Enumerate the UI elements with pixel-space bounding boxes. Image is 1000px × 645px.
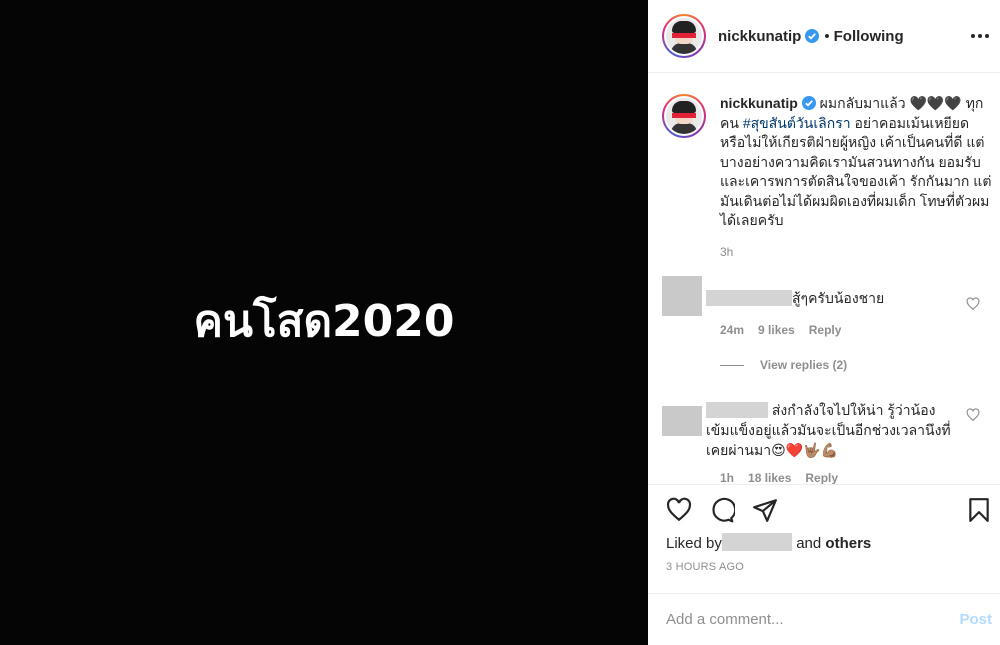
post-header: nickkunatip • Following <box>648 0 1000 73</box>
likes-summary: Liked by and others <box>666 533 871 552</box>
like-heart-icon[interactable] <box>666 497 692 523</box>
caption-username[interactable]: nickkunatip <box>720 95 798 111</box>
author-avatar[interactable] <box>662 14 706 58</box>
comment-text: สู้ๆครับน้องชาย <box>706 288 956 308</box>
likes-others-link[interactable]: others <box>825 535 871 552</box>
add-comment-bar: Add a comment... Post <box>648 593 1000 645</box>
redacted-username[interactable] <box>706 290 792 306</box>
post-comment-button[interactable]: Post <box>959 611 992 628</box>
more-options-icon[interactable] <box>968 24 992 48</box>
verified-badge-icon <box>801 96 816 110</box>
save-bookmark-icon[interactable] <box>966 497 992 523</box>
reply-button[interactable]: Reply <box>809 323 842 337</box>
verified-badge-icon <box>805 29 820 43</box>
post-actions: Liked by and others 3 HOURS AGO Add a co… <box>648 484 1000 645</box>
like-comment-icon[interactable] <box>966 297 980 311</box>
post-caption: nickkunatip ผมกลับมาแล้ว 🖤🖤🖤 ทุกคน #สุขส… <box>662 94 992 262</box>
comment-time[interactable]: 1h <box>720 471 734 484</box>
add-comment-input[interactable]: Add a comment... <box>666 611 784 628</box>
view-replies-button[interactable]: View replies (2) <box>720 358 847 372</box>
commenter-avatar[interactable] <box>662 276 702 316</box>
share-paper-plane-icon[interactable] <box>752 497 778 523</box>
caption-hashtag-link[interactable]: #สุขสันต์วันเลิกรา <box>743 115 851 131</box>
redacted-liker-name[interactable] <box>722 533 793 551</box>
author-username[interactable]: nickkunatip <box>718 28 801 45</box>
caption-avatar[interactable] <box>662 94 706 138</box>
reply-button[interactable]: Reply <box>805 471 838 484</box>
comment-meta: 1h 18 likes Reply <box>720 471 852 484</box>
following-button[interactable]: Following <box>834 28 904 45</box>
header-separator: • <box>824 27 830 45</box>
comment-text: ส่งกำลังใจไปให้น่า รู้ว่าน้องเข้มแข็งอยู… <box>706 402 951 458</box>
comment-meta: 24m 9 likes Reply <box>720 323 855 337</box>
divider-line <box>720 364 744 366</box>
commenter-avatar[interactable] <box>662 406 702 436</box>
caption-timestamp[interactable]: 3h <box>720 243 992 263</box>
caption-text-continued: อย่าคอมเม้นเหยียดหรือไม่ให้เกียรติฝ่ายผู… <box>720 114 992 229</box>
liked-by-label: Liked by <box>666 535 722 552</box>
media-caption-text: คนโสด2020 <box>193 295 455 347</box>
comment-time[interactable]: 24m <box>720 323 744 337</box>
like-comment-icon[interactable] <box>966 408 980 422</box>
post-time-ago[interactable]: 3 HOURS AGO <box>666 561 744 573</box>
post-media[interactable]: คนโสด2020 <box>0 0 648 645</box>
post-panel: nickkunatip • Following nickkunatip ผมกล… <box>648 0 1000 645</box>
redacted-username[interactable] <box>706 402 768 418</box>
comment-likes[interactable]: 18 likes <box>748 471 791 484</box>
comment-likes[interactable]: 9 likes <box>758 323 795 337</box>
likes-and-label: and <box>796 535 822 552</box>
avatar-image-icon <box>666 18 702 54</box>
comment-bubble-icon[interactable] <box>709 497 735 523</box>
comments-section[interactable]: nickkunatip ผมกลับมาแล้ว 🖤🖤🖤 ทุกคน #สุขส… <box>648 74 1000 484</box>
avatar-image-icon <box>666 98 702 134</box>
